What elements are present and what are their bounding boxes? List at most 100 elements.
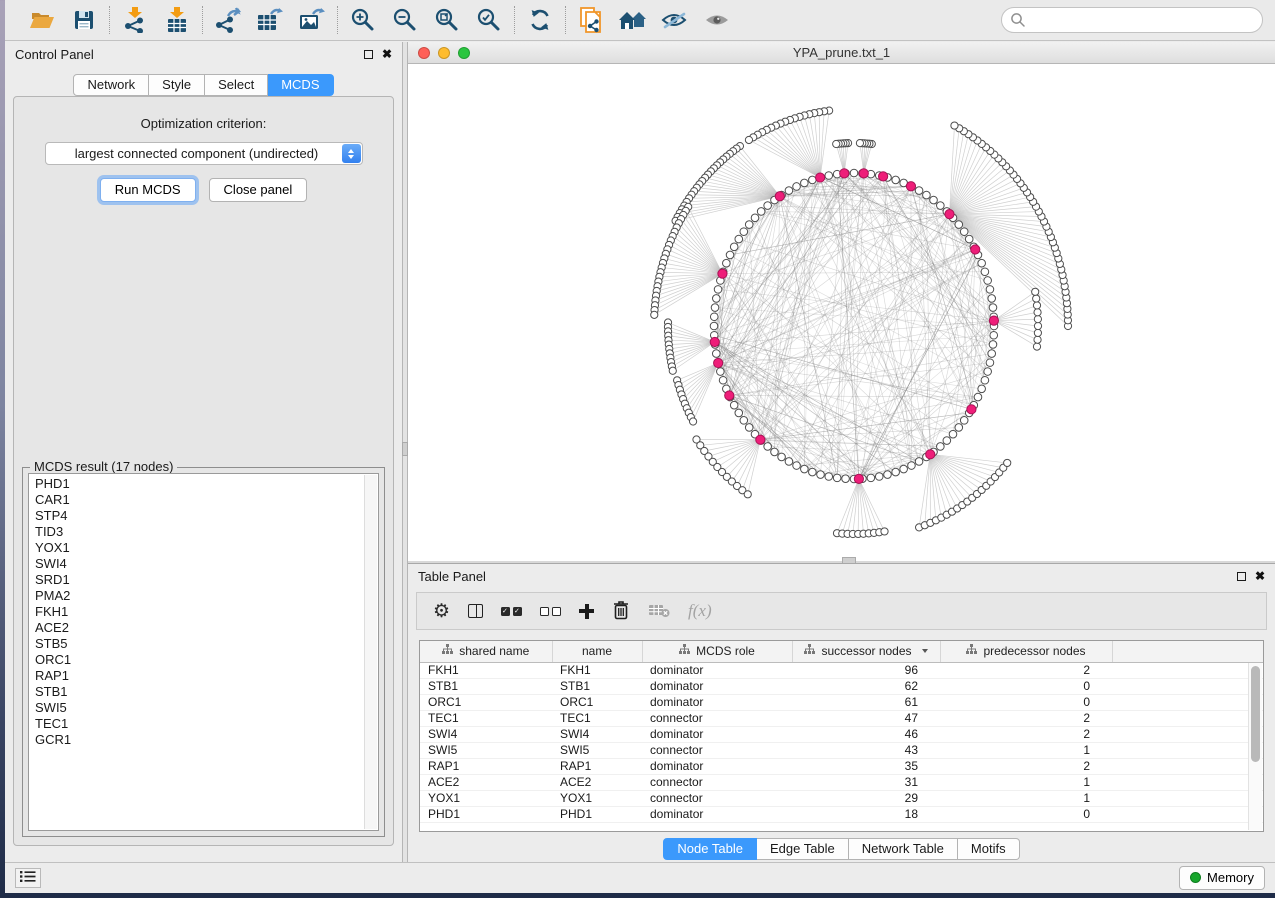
column-header-predecessor-nodes[interactable]: predecessor nodes [940,641,1112,662]
table-scrollbar[interactable] [1248,663,1262,830]
zoom-fit-button[interactable] [433,6,461,34]
tab-edge-table[interactable]: Edge Table [757,838,849,860]
table-cell[interactable]: 43 [792,742,940,758]
mcds-node[interactable] [718,269,727,278]
mcds-result-item[interactable]: SRD1 [35,572,378,588]
table-cell[interactable]: dominator [642,694,792,710]
mcds-result-item[interactable]: PMA2 [35,588,378,604]
table-cell[interactable]: 0 [940,678,1112,694]
column-header-successor-nodes[interactable]: successor nodes [792,641,940,662]
save-session-button[interactable] [70,6,98,34]
table-cell[interactable]: connector [642,742,792,758]
column-header-name[interactable]: name [552,641,642,662]
import-table-button[interactable] [163,6,191,34]
table-row[interactable]: PHD1PHD1dominator180 [420,806,1263,822]
table-cell[interactable]: FKH1 [420,662,552,678]
table-cell[interactable]: 96 [792,662,940,678]
table-row[interactable]: ACE2ACE2connector311 [420,774,1263,790]
column-visibility-button[interactable] [468,604,483,618]
mcds-node[interactable] [710,337,719,346]
mcds-result-item[interactable]: SWI5 [35,700,378,716]
table-cell[interactable]: YOX1 [420,790,552,806]
table-row[interactable]: RAP1RAP1dominator352 [420,758,1263,774]
tab-mcds[interactable]: MCDS [268,74,333,96]
mcds-node[interactable] [725,391,734,400]
mcds-result-item[interactable]: SWI4 [35,556,378,572]
table-cell[interactable]: STB1 [552,678,642,694]
show-all-button[interactable] [703,6,731,34]
function-builder-button[interactable]: f(x) [688,601,712,621]
table-cell[interactable]: dominator [642,678,792,694]
close-panel-icon[interactable]: ✖ [382,48,392,60]
select-all-rows-button[interactable] [501,607,522,616]
table-settings-button[interactable]: ⚙ [433,602,450,621]
table-cell[interactable]: 29 [792,790,940,806]
table-cell[interactable]: 2 [940,662,1112,678]
table-cell[interactable]: connector [642,710,792,726]
import-network-button[interactable] [121,6,149,34]
mcds-node[interactable] [840,169,849,178]
table-cell[interactable]: SWI4 [552,726,642,742]
mcds-result-item[interactable]: ACE2 [35,620,378,636]
table-cell[interactable]: 1 [940,742,1112,758]
table-cell[interactable]: YOX1 [552,790,642,806]
tab-select[interactable]: Select [205,74,268,96]
table-cell[interactable]: 0 [940,806,1112,822]
table-cell[interactable]: PHD1 [420,806,552,822]
close-window-icon[interactable] [418,47,430,59]
table-cell[interactable]: dominator [642,806,792,822]
zoom-out-button[interactable] [391,6,419,34]
table-cell[interactable]: connector [642,774,792,790]
task-history-button[interactable] [15,868,41,888]
scrollbar-thumb[interactable] [1251,666,1260,762]
table-cell[interactable]: FKH1 [552,662,642,678]
delete-column-button[interactable] [612,600,630,623]
float-panel-icon[interactable] [364,50,373,59]
table-row[interactable]: ORC1ORC1dominator610 [420,694,1263,710]
memory-button[interactable]: Memory [1179,866,1265,890]
list-scrollbar[interactable] [364,475,377,829]
mcds-node[interactable] [854,474,863,483]
deselect-all-rows-button[interactable] [540,607,561,616]
table-cell[interactable]: 62 [792,678,940,694]
table-cell[interactable]: 18 [792,806,940,822]
mcds-result-item[interactable]: STB5 [35,636,378,652]
mcds-result-item[interactable]: TID3 [35,524,378,540]
mcds-node[interactable] [967,405,976,414]
table-cell[interactable]: 35 [792,758,940,774]
table-cell[interactable]: ACE2 [552,774,642,790]
table-cell[interactable]: TEC1 [420,710,552,726]
mcds-result-item[interactable]: STP4 [35,508,378,524]
table-row[interactable]: STB1STB1dominator620 [420,678,1263,694]
add-column-button[interactable] [579,604,594,619]
table-cell[interactable]: connector [642,790,792,806]
table-row[interactable]: FKH1FKH1dominator962 [420,662,1263,678]
mcds-node[interactable] [775,192,784,201]
mcds-node[interactable] [714,358,723,367]
table-cell[interactable]: STB1 [420,678,552,694]
column-header-shared-name[interactable]: shared name [420,641,552,662]
table-row[interactable]: SWI5SWI5connector431 [420,742,1263,758]
table-cell[interactable]: RAP1 [552,758,642,774]
tab-node-table[interactable]: Node Table [663,838,757,860]
tab-network-table[interactable]: Network Table [849,838,958,860]
table-cell[interactable]: 1 [940,774,1112,790]
export-network-button[interactable] [214,6,242,34]
table-cell[interactable]: RAP1 [420,758,552,774]
hide-selected-button[interactable] [661,6,689,34]
table-cell[interactable]: dominator [642,726,792,742]
run-mcds-button[interactable]: Run MCDS [100,178,196,202]
table-cell[interactable]: PHD1 [552,806,642,822]
table-cell[interactable]: ORC1 [552,694,642,710]
mcds-result-item[interactable]: YOX1 [35,540,378,556]
mcds-result-item[interactable]: STB1 [35,684,378,700]
criterion-select[interactable]: largest connected component (undirected) [45,142,363,165]
table-cell[interactable]: ORC1 [420,694,552,710]
mcds-result-item[interactable]: GCR1 [35,732,378,748]
table-cell[interactable]: dominator [642,662,792,678]
table-row[interactable]: TEC1TEC1connector472 [420,710,1263,726]
table-cell[interactable]: 0 [940,694,1112,710]
mcds-node[interactable] [989,316,998,325]
table-row[interactable]: SWI4SWI4dominator462 [420,726,1263,742]
table-cell[interactable]: 1 [940,790,1112,806]
